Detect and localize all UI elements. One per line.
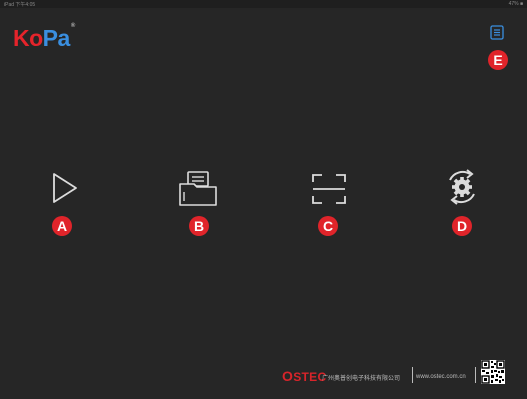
status-bar-left: iPad 下午4:05 <box>4 2 36 8</box>
ostec-brand-o: O <box>282 368 294 384</box>
capture-frame-button[interactable] <box>311 172 347 206</box>
badge-d: D <box>452 216 472 236</box>
ostec-brand: OSTEC <box>282 368 326 384</box>
status-bar: iPad 下午4:05 47% ■ <box>0 0 527 8</box>
company-url: www.ostec.com.cn <box>416 374 466 380</box>
footer-divider <box>412 367 413 383</box>
settings-sync-icon <box>449 169 475 205</box>
kopa-logo: KoPa® <box>13 23 75 52</box>
status-bar-right: 47% ■ <box>508 1 523 7</box>
qr-code-image <box>481 360 505 384</box>
logo-part-pa: Pa <box>42 25 71 51</box>
menu-list-button[interactable] <box>490 25 504 40</box>
footer-divider <box>475 367 476 383</box>
logo-part-ko: Ko <box>13 25 43 51</box>
open-folder-button[interactable] <box>177 170 219 208</box>
badge-a: A <box>52 216 72 236</box>
company-name: 广州奥普创电子科技有限公司 <box>322 376 401 382</box>
list-icon <box>490 25 504 40</box>
play-icon <box>53 173 77 203</box>
badge-e: E <box>488 50 508 70</box>
folder-icon <box>179 171 217 206</box>
play-button[interactable] <box>47 171 81 205</box>
settings-button[interactable] <box>443 168 481 206</box>
qr-code <box>481 360 505 384</box>
logo-registered-mark: ® <box>70 23 75 29</box>
badge-b: B <box>189 216 209 236</box>
scan-frame-icon <box>312 174 346 204</box>
badge-c: C <box>318 216 338 236</box>
